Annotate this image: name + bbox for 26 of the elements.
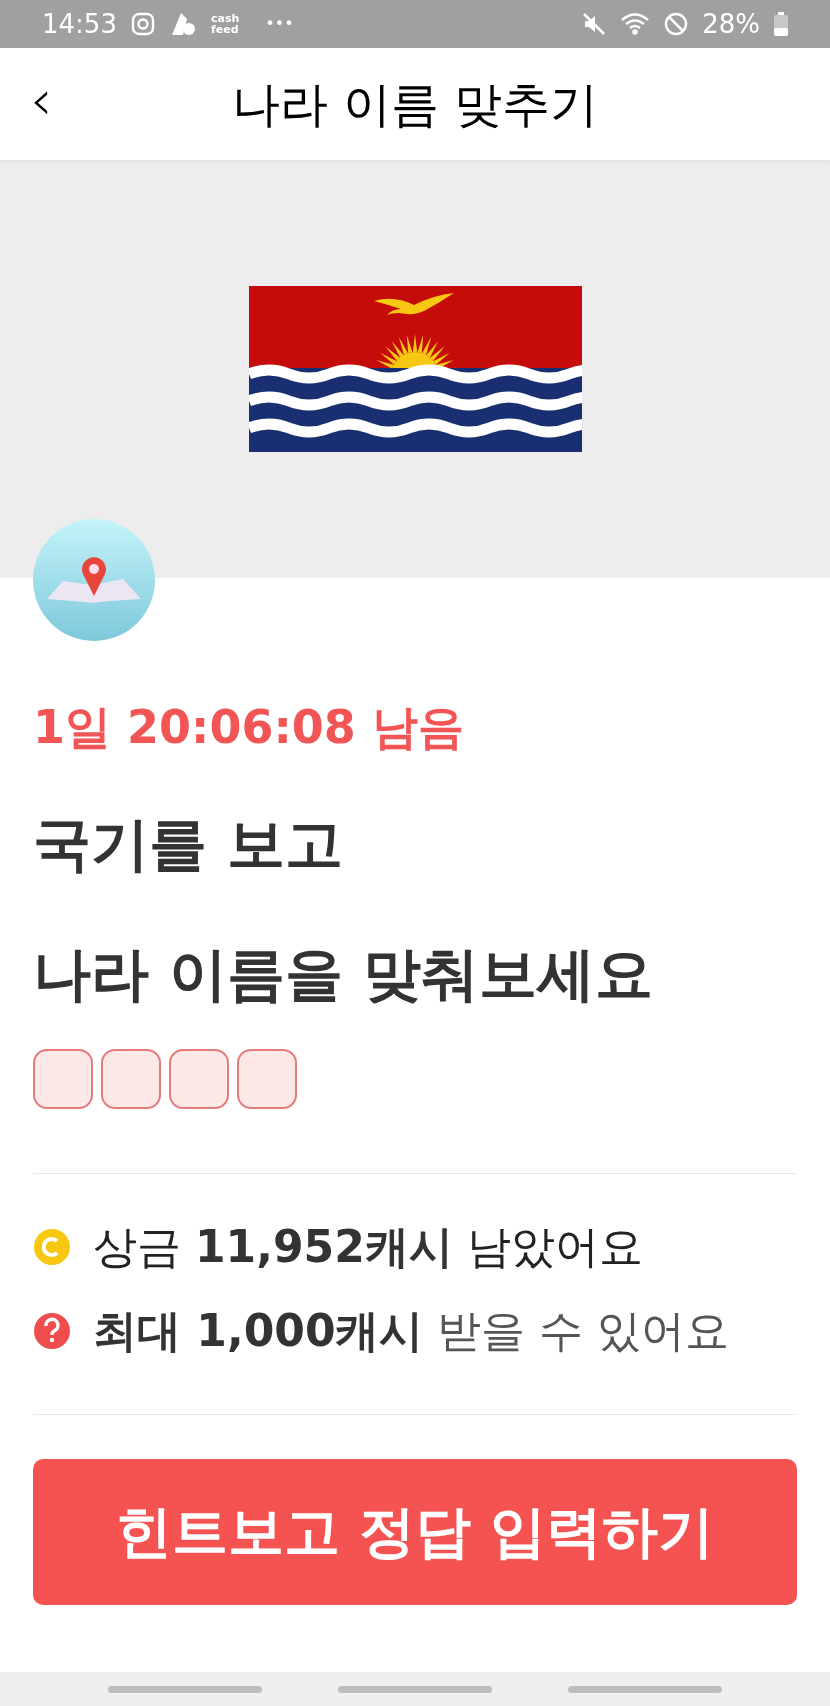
answer-slot[interactable]	[237, 1049, 297, 1109]
nav-pill[interactable]	[568, 1685, 722, 1693]
question-icon	[33, 1312, 71, 1350]
countdown-text: 1일 20:06:08 남음	[33, 699, 465, 756]
mute-icon	[582, 12, 607, 36]
more-indicator: •••	[265, 13, 294, 35]
info-text: 상금 11,952캐시 남았어요	[93, 1220, 643, 1274]
wifi-icon	[620, 12, 651, 36]
coin-icon	[33, 1228, 71, 1266]
info-text: 최대 1,000캐시 받을 수 있어요	[93, 1304, 730, 1358]
battery-icon	[774, 12, 788, 36]
nav-pill[interactable]	[338, 1685, 492, 1693]
nav-pill[interactable]	[108, 1685, 262, 1693]
page-title: 나라 이름 맞추기	[231, 75, 599, 134]
question-heading: 나라 이름을 맞춰보세요	[33, 939, 655, 1010]
battery-percent: 28%	[702, 7, 760, 41]
blocked-icon	[664, 12, 689, 36]
clock-time: 14:53	[42, 7, 117, 41]
back-button[interactable]: ‹	[30, 72, 53, 136]
camera-icon	[130, 12, 155, 36]
answer-slot[interactable]	[33, 1049, 93, 1109]
app-label: cash	[210, 13, 240, 24]
question-heading: 국기를 보고	[33, 809, 345, 880]
answer-slot[interactable]	[169, 1049, 229, 1109]
app-label: feed	[210, 24, 240, 35]
answer-slot[interactable]	[101, 1049, 161, 1109]
